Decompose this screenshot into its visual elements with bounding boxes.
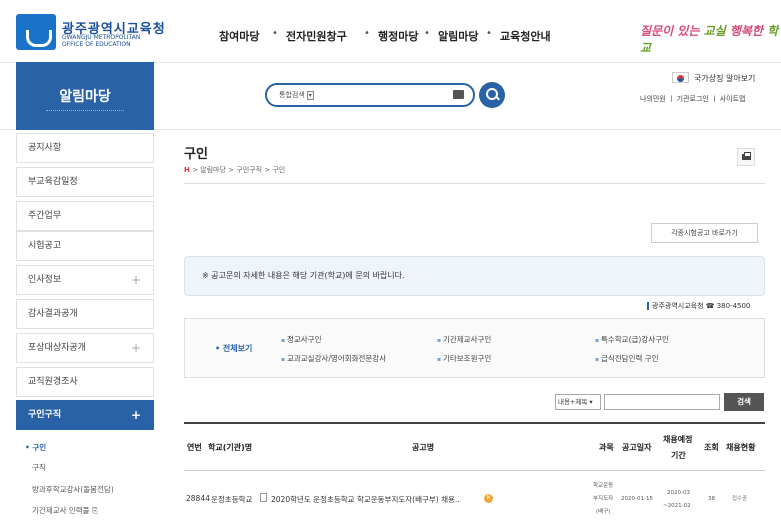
category-item[interactable]: 정교사구인 (281, 334, 322, 345)
new-badge: N (484, 494, 493, 503)
row-school: 운정초등학교 (211, 495, 253, 504)
sidebar-item-label: 구인구직 (28, 410, 62, 420)
plus-icon: + (130, 273, 141, 287)
sidebar-item-label: 공지사항 (28, 143, 62, 153)
sub-item-job-seekers[interactable]: 구직 (32, 462, 46, 473)
gnb-e-civil[interactable]: 전자민원창구 (286, 28, 347, 44)
sidebar-item-schedule[interactable]: 부교육감일정 (16, 167, 154, 197)
category-item[interactable]: 급식전담인력 구인 (595, 353, 659, 364)
board-search-input[interactable] (604, 394, 720, 410)
slogan-part: 행복한 (725, 24, 768, 38)
row-date: 2020-01-15 (621, 496, 653, 502)
row-subject-line2: 부지도자 (593, 496, 614, 502)
th-school: 학교(기관)명 (208, 443, 253, 452)
sidebar-item-label: 교직원경조사 (28, 377, 78, 387)
row-period-line2: ~2021-02 (663, 503, 691, 509)
logo-english: GWANGJU METROPOLITAN OFFICE OF EDUCATION (62, 34, 141, 48)
th-date: 공고일자 (622, 443, 652, 452)
sidebar-item-notices[interactable]: 공지사항 (16, 133, 154, 163)
sidebar-item-label: 인사정보 (28, 275, 62, 285)
gnb-separator: • (424, 28, 430, 39)
sidebar-item-label: 시험공고 (28, 241, 62, 251)
section-title-box: 알림마당 (16, 62, 154, 130)
sub-item-contract-teacher-pool[interactable]: 기간제교사 인력풀 ⎘ (32, 505, 98, 516)
search-input[interactable] (335, 88, 445, 102)
sidebar-item-personnel[interactable]: 인사정보 + (16, 265, 154, 295)
row-status: 접수중 (732, 496, 748, 502)
th-subject: 과목 (599, 443, 614, 452)
section-divider (46, 110, 124, 112)
section-title: 알림마당 (59, 89, 111, 105)
sidebar-item-exams[interactable]: 시험공고 (16, 231, 154, 261)
sidebar-item-staff-events[interactable]: 교직원경조사 (16, 367, 154, 397)
row-subject-line1: 학교운동 (593, 483, 614, 489)
row-subject-line3: (배구) (596, 509, 611, 515)
gnb-about[interactable]: 교육청안내 (500, 28, 551, 44)
th-status: 채용현황 (726, 443, 756, 452)
sidebar-item-recruitment[interactable]: 구인구직 + (16, 400, 154, 430)
row-title-link[interactable]: 2020학년도 운정초등학교 학교운동부지도자(배구부) 채용.. (271, 494, 460, 505)
row-period-line1: 2020-03 (667, 490, 690, 496)
slogan: 질문이 있는 교실 행복한 학교 (640, 22, 781, 56)
row-views: 38 (708, 496, 715, 502)
th-title: 공고명 (412, 443, 435, 452)
divider (184, 183, 765, 184)
notice-box: ※ 공고문의 자세한 내용은 해당 기관(학교)에 문의 바랍니다. (184, 256, 765, 296)
board-search-button[interactable]: 검색 (724, 393, 764, 411)
sidebar-item-audit[interactable]: 감사결과공개 (16, 299, 154, 329)
category-item[interactable]: 기타보조원구인 (437, 353, 491, 364)
category-all[interactable]: • 전체보기 (215, 343, 252, 354)
sidebar-item-label: 부교육감일정 (28, 177, 78, 187)
file-icon (260, 493, 267, 502)
sidebar: 공지사항 부교육감일정 주간업무 시험공고 인사정보 + 감사결과공개 포상대상자… (16, 130, 154, 529)
gnb-participation[interactable]: 참여마당 (219, 28, 259, 44)
chevron-down-icon: ▾ (306, 90, 314, 100)
board-search-field-select[interactable]: 내용+제목 ▾ (555, 394, 601, 410)
gnb-administration[interactable]: 행정마당 (378, 28, 418, 44)
sidebar-item-label: 주간업무 (28, 211, 62, 221)
breadcrumb-path: > 알림마당 > 구인구직 > 구인 (189, 166, 286, 174)
contact-info: 광주광역시교육청 ☎ 380-4500 (646, 302, 751, 310)
row-no: 28844 (186, 494, 210, 503)
sidebar-item-label: 포상대상자공개 (28, 343, 86, 353)
th-no: 연번 (187, 443, 202, 452)
taegukgi-icon (672, 72, 689, 83)
sidebar-item-weekly[interactable]: 주간업무 (16, 201, 154, 231)
category-item[interactable]: 교과교실강사/영어회화전문강사 (281, 353, 386, 364)
slogan-part: 질문이 있는 (640, 24, 704, 38)
page-title: 구인 (184, 147, 208, 162)
logo-icon[interactable] (16, 14, 56, 50)
gnb-notice[interactable]: 알림마당 (438, 28, 478, 44)
table-top-border (184, 422, 765, 424)
keyboard-icon[interactable] (453, 90, 464, 99)
national-symbols-link[interactable]: 국가상징 알아보기 (694, 73, 755, 84)
search-scope-label: 통합검색 (279, 91, 305, 99)
exam-notices-shortcut-button[interactable]: 각종시험공고 바로가기 (651, 223, 758, 243)
search-scope-select[interactable]: 통합검색 ▾ (279, 89, 329, 101)
sidebar-item-label: 감사결과공개 (28, 309, 78, 319)
th-views: 조회 (704, 443, 719, 452)
search-button[interactable] (479, 82, 505, 108)
gnb-separator: • (486, 28, 492, 39)
plus-icon: + (130, 341, 141, 355)
print-icon[interactable] (737, 148, 755, 166)
gnb-separator: • (272, 28, 278, 39)
integrated-search-box: 통합검색 ▾ (265, 83, 475, 107)
category-item[interactable]: 기간제교사구인 (437, 334, 491, 345)
sub-item-afterschool[interactable]: 방과후학교강사(돌봄전담) (32, 484, 114, 495)
category-item[interactable]: 특수학교(급)강사구인 (595, 334, 669, 345)
th-period-line2: 기간 (671, 451, 686, 460)
sub-item-job-offers[interactable]: • 구인 (25, 442, 46, 453)
category-filter-box: • 전체보기 정교사구인 기간제교사구인 특수학교(급)강사구인 교과교실강사/… (184, 318, 765, 378)
table-header-divider (184, 470, 765, 471)
breadcrumb: H > 알림마당 > 구인구직 > 구인 (184, 165, 285, 175)
plus-icon: + (130, 408, 141, 422)
slogan-part: 교실 (703, 24, 726, 38)
th-period-line1: 채용예정 (663, 435, 693, 444)
gnb-separator: • (364, 28, 370, 39)
utility-links[interactable]: 나의민원 ㅣ 기관로그인 ㅣ 사이트맵 (640, 94, 746, 104)
sidebar-item-awards[interactable]: 포상대상자공개 + (16, 333, 154, 363)
